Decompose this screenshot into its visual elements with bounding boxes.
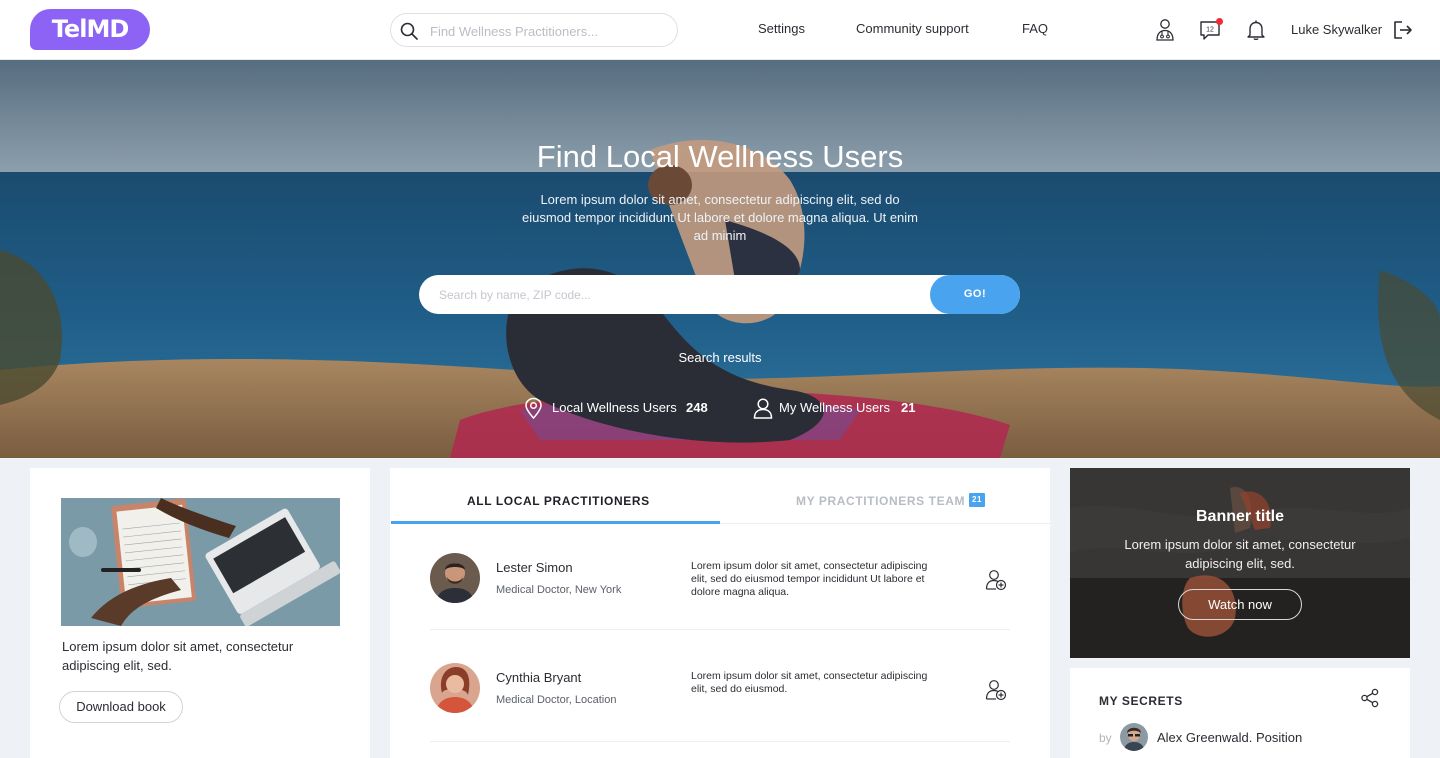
- tab-all-local-practitioners[interactable]: ALL LOCAL PRACTITIONERS: [391, 468, 720, 524]
- share-icon[interactable]: [1360, 688, 1380, 708]
- practitioner-description: Lorem ipsum dolor sit amet, consectetur …: [691, 670, 928, 695]
- watch-now-button[interactable]: Watch now: [1178, 589, 1302, 620]
- bell-icon[interactable]: [1246, 19, 1266, 41]
- stat-local-wellness-users[interactable]: Local Wellness Users 248: [524, 397, 724, 419]
- stat-my-wellness-users[interactable]: My Wellness Users 21: [753, 397, 933, 419]
- practitioner-name[interactable]: Cynthia Bryant: [496, 670, 581, 685]
- tab-label: MY PRACTITIONERS TEAM: [796, 494, 966, 508]
- stat-label: Local Wellness Users: [552, 400, 677, 415]
- book-image: [61, 498, 340, 626]
- logout-icon[interactable]: [1393, 20, 1413, 40]
- practitioners-card: ALL LOCAL PRACTITIONERS MY PRACTITIONERS…: [390, 468, 1050, 758]
- book-card: Lorem ipsum dolor sit amet, consectetur …: [30, 468, 370, 758]
- top-header: TelMD Settings Community support FAQ 12 …: [0, 0, 1440, 60]
- stat-count: 21: [901, 400, 916, 415]
- practitioner-description: Lorem ipsum dolor sit amet, consectetur …: [691, 560, 928, 598]
- author-name[interactable]: Alex Greenwald. Position: [1157, 730, 1302, 745]
- go-button[interactable]: GO!: [930, 275, 1020, 314]
- tab-label: ALL LOCAL PRACTITIONERS: [467, 494, 650, 508]
- banner-text: Lorem ipsum dolor sit amet, consectetur …: [1124, 537, 1356, 571]
- practitioner-row[interactable]: Lester Simon Medical Doctor, New York Lo…: [430, 525, 1010, 630]
- practitioner-row[interactable]: Cynthia Bryant Medical Doctor, Location …: [430, 630, 1010, 742]
- user-name[interactable]: Luke Skywalker: [1291, 22, 1382, 37]
- by-label: by: [1099, 731, 1112, 745]
- stat-count: 248: [686, 400, 708, 415]
- hero-subtitle: Lorem ipsum dolor sit amet, consectetur …: [522, 192, 918, 243]
- my-secrets-title: MY SECRETS: [1099, 694, 1183, 708]
- tab-my-practitioners-team[interactable]: MY PRACTITIONERS TEAM 21: [720, 468, 1050, 524]
- practitioner-search-box: [390, 13, 678, 47]
- add-practitioner-icon[interactable]: [985, 679, 1007, 701]
- my-secrets-card: MY SECRETS by Alex Greenwald. Position: [1070, 668, 1410, 758]
- book-description: Lorem ipsum dolor sit amet, consectetur …: [62, 639, 294, 673]
- practitioner-role: Medical Doctor, Location: [496, 694, 617, 706]
- practitioner-role: Medical Doctor, New York: [496, 584, 622, 596]
- doctor-icon[interactable]: [1155, 18, 1175, 42]
- location-pin-icon: [525, 397, 542, 419]
- avatar[interactable]: [430, 663, 480, 713]
- banner-title: Banner title: [1195, 508, 1284, 525]
- user-icon: [753, 398, 773, 419]
- nav-settings[interactable]: Settings: [758, 21, 805, 36]
- practitioner-name[interactable]: Lester Simon: [496, 560, 573, 575]
- search-results-label: Search results: [678, 350, 762, 365]
- team-count-badge: 21: [969, 493, 985, 507]
- nav-community-support[interactable]: Community support: [856, 21, 969, 36]
- chat-count: 12: [1206, 27, 1214, 34]
- search-icon: [400, 22, 418, 40]
- avatar[interactable]: [430, 553, 480, 603]
- author-avatar[interactable]: [1120, 723, 1148, 751]
- add-practitioner-icon[interactable]: [985, 569, 1007, 591]
- hero-search-bar: GO!: [419, 275, 1020, 314]
- promo-banner: Banner title Lorem ipsum dolor sit amet,…: [1070, 468, 1410, 658]
- telmd-logo[interactable]: TelMD: [30, 9, 150, 50]
- hero-search-input[interactable]: [439, 285, 919, 304]
- chat-notification-dot: [1216, 18, 1223, 25]
- nav-faq[interactable]: FAQ: [1022, 21, 1048, 36]
- stat-label: My Wellness Users: [779, 400, 891, 415]
- download-book-button[interactable]: Download book: [59, 691, 183, 723]
- hero-banner: Find Local Wellness Users Lorem ipsum do…: [0, 60, 1440, 458]
- hero-title: Find Local Wellness Users: [536, 139, 904, 174]
- practitioner-search-input[interactable]: [430, 21, 665, 41]
